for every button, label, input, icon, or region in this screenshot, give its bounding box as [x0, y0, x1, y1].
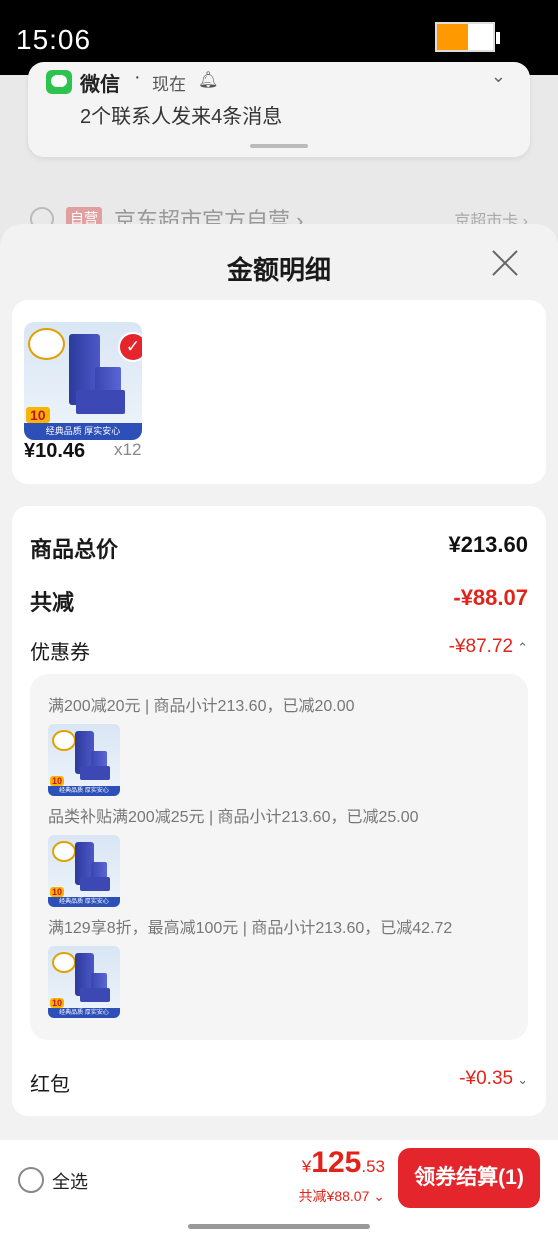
notification-dot: · — [134, 66, 141, 88]
product-badge: 10 — [50, 886, 65, 897]
chevron-down-icon[interactable]: ⌄ — [517, 1072, 528, 1087]
coupon-detail-box: 满200减20元 | 商品小计213.60，已减20.00 10 经典品质 厚实… — [30, 674, 528, 1040]
total-yen: ¥ — [301, 1157, 312, 1176]
chevron-down-icon[interactable]: ⌄ — [491, 66, 506, 87]
notification-time: 现在 — [152, 75, 186, 94]
product-badge: 10 — [50, 997, 65, 1008]
bell-icon: 🔔︎ — [198, 72, 219, 89]
discount-label: 共减 — [30, 590, 75, 615]
coupon-product-image: 10 经典品质 厚实安心 — [48, 724, 120, 796]
coupon-value: -¥87.72 — [448, 636, 514, 657]
product-box — [79, 765, 110, 781]
chevron-up-icon[interactable]: ⌃ — [517, 640, 528, 655]
battery-nub — [496, 32, 500, 44]
coupon-value-wrap[interactable]: -¥87.72 ⌃ — [449, 636, 528, 658]
amount-detail-sheet: 金额明细 10 经典品质 厚实安心 ✓ ¥10.46 x12 商品总价 ¥213… — [0, 224, 558, 1240]
chevron-down-icon: ⌄ — [373, 1188, 385, 1204]
battery-level — [437, 24, 468, 50]
red-packet-value-wrap[interactable]: -¥0.35 ⌄ — [459, 1068, 528, 1090]
notification-handle[interactable] — [250, 144, 308, 148]
check-icon[interactable]: ✓ — [118, 332, 142, 362]
product-seal — [28, 328, 66, 361]
battery-icon — [435, 22, 500, 52]
coupon-product-image: 10 经典品质 厚实安心 — [48, 946, 120, 1018]
product-box — [79, 876, 110, 892]
product-box — [79, 987, 110, 1003]
red-packet-label: 红包 — [30, 1074, 70, 1096]
product-seal — [52, 730, 77, 752]
wechat-icon — [46, 70, 72, 94]
saved-amount[interactable]: 共减¥88.07 ⌄ — [299, 1186, 385, 1206]
coupon-detail-line: 品类补贴满200减25元 | 商品小计213.60，已减25.00 — [48, 809, 419, 826]
notification-app-name: 微信 — [80, 74, 120, 96]
select-all-label[interactable]: 全选 — [52, 1168, 88, 1194]
status-time: 15:06 — [16, 24, 92, 55]
wechat-notification[interactable]: 微信 · 现在 🔔︎ ⌄ 2个联系人发来4条消息 — [28, 62, 530, 157]
notification-message: 2个联系人发来4条消息 — [80, 106, 283, 128]
total-price-row: 商品总价 ¥213.60 — [30, 532, 528, 566]
close-icon[interactable] — [488, 246, 522, 280]
total-int: 125 — [311, 1146, 362, 1179]
red-packet-value: -¥0.35 — [459, 1068, 514, 1089]
coupon-detail-line: 满200减20元 | 商品小计213.60，已减20.00 — [48, 698, 355, 715]
product-strip: 经典品质 厚实安心 — [48, 1007, 120, 1018]
product-card: 10 经典品质 厚实安心 ✓ ¥10.46 x12 — [12, 300, 546, 484]
product-seal — [52, 841, 77, 863]
product-strip: 经典品质 厚实安心 — [24, 423, 142, 440]
discount-value: -¥88.07 — [453, 585, 528, 610]
product-seal — [52, 952, 77, 974]
saved-text: 共减¥88.07 — [298, 1188, 370, 1204]
home-indicator[interactable] — [188, 1224, 370, 1229]
coupon-detail-line: 满129享8折，最高减100元 | 商品小计213.60，已减42.72 — [48, 920, 453, 937]
product-strip: 经典品质 厚实安心 — [48, 896, 120, 907]
detail-card: 商品总价 ¥213.60 共减 -¥88.07 优惠券 -¥87.72 ⌃ 满20… — [12, 506, 546, 1116]
total-amount: ¥125.53 — [302, 1146, 385, 1180]
product-badge: 10 — [26, 407, 50, 424]
product-box — [75, 390, 126, 415]
checkout-button[interactable]: 领券结算(1) — [398, 1148, 540, 1208]
product-price: ¥10.46 — [24, 440, 86, 462]
coupon-label: 优惠券 — [30, 642, 90, 664]
coupon-row[interactable]: 优惠券 -¥87.72 ⌃ — [30, 636, 528, 670]
select-all-radio[interactable] — [18, 1167, 44, 1193]
product-badge: 10 — [50, 775, 65, 786]
product-image[interactable]: 10 经典品质 厚实安心 ✓ — [24, 322, 142, 440]
sheet-title: 金额明细 — [226, 255, 331, 285]
product-quantity: x12 — [114, 440, 142, 459]
total-price-value: ¥213.60 — [448, 532, 528, 557]
discount-row: 共减 -¥88.07 — [30, 585, 528, 619]
red-packet-row[interactable]: 红包 -¥0.35 ⌄ — [30, 1068, 528, 1102]
coupon-product-image: 10 经典品质 厚实安心 — [48, 835, 120, 907]
product-strip: 经典品质 厚实安心 — [48, 785, 120, 796]
total-dec: .53 — [361, 1157, 385, 1176]
total-price-label: 商品总价 — [30, 537, 119, 562]
